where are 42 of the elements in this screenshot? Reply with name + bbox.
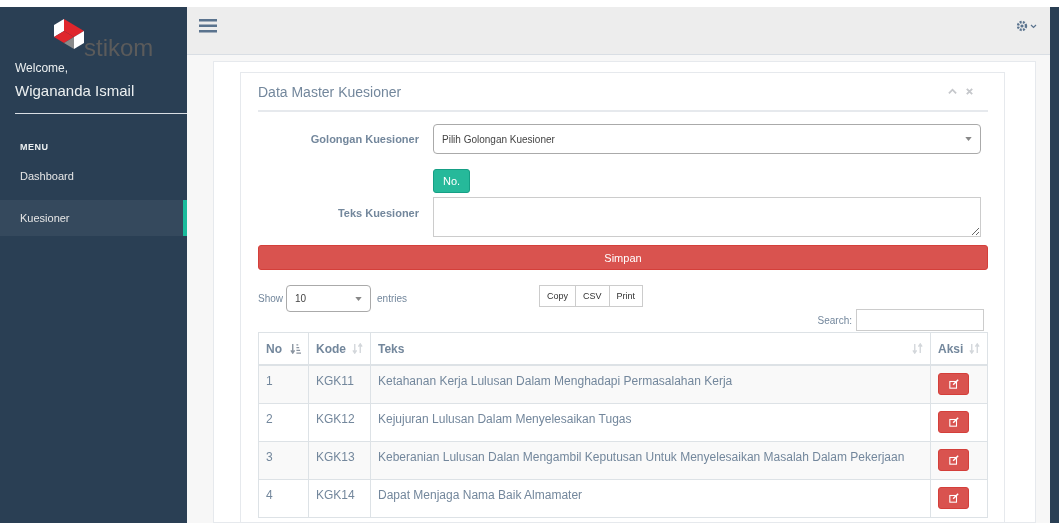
table-cell: KGK11: [308, 365, 371, 403]
table-cell: KGK12: [308, 403, 371, 441]
sidebar-item[interactable]: Kuesioner: [0, 200, 187, 236]
show-label: Show: [258, 293, 283, 304]
welcome-text: Welcome,: [14, 61, 70, 75]
edit-button[interactable]: [938, 410, 969, 433]
export-button[interactable]: Print: [608, 285, 644, 307]
menu-heading: MENU: [19, 142, 50, 152]
edit-icon: [948, 379, 959, 389]
edit-icon: [948, 416, 959, 427]
entries-label: entries: [377, 293, 408, 304]
form-label: Teks Kuesioner: [336, 207, 420, 219]
search-field[interactable]: [856, 309, 984, 331]
page-size-dropdown[interactable]: 10: [286, 285, 371, 312]
user-name: Wigananda Ismail: [14, 82, 136, 99]
sidebar-item[interactable]: Dashboard: [0, 158, 187, 194]
panel-title: Data Master Kuesioner: [258, 83, 403, 100]
table-cell: 4: [258, 479, 309, 517]
edit-button[interactable]: [938, 448, 969, 471]
edit-icon: [948, 454, 959, 465]
table-cell: KGK13: [308, 441, 371, 479]
caret-icon: [355, 296, 362, 301]
settings-icon[interactable]: [1016, 19, 1038, 32]
table-cell: Keberanian Lulusan Dalan Mengambil Keputusan Untuk Menyelesaikan Masalah Dalam Pekerjaan: [370, 441, 931, 479]
export-button[interactable]: Copy: [539, 285, 577, 307]
search-label: Search:: [817, 314, 852, 326]
group-dropdown[interactable]: Pilih Golongan Kuesioner: [433, 124, 981, 154]
export-button[interactable]: CSV: [575, 285, 610, 307]
edit-icon: [948, 492, 959, 503]
save-button[interactable]: Simpan: [258, 245, 988, 270]
caret-icon: [965, 137, 972, 141]
table-cell: 1: [258, 365, 309, 403]
table-cell: Kejujuran Lulusan Dalam Menyelesaikan Tugas: [370, 403, 931, 441]
table-cell: 3: [258, 441, 309, 479]
table-cell: Ketahanan Kerja Lulusan Dalam Menghadapi Permasalahan Kerja: [370, 365, 931, 403]
form-label: Golongan Kuesioner: [309, 133, 420, 145]
edit-button[interactable]: [938, 373, 969, 395]
edit-button[interactable]: [938, 486, 969, 509]
table-cell: Dapat Menjaga Nama Baik Almamater: [370, 479, 931, 517]
menu-icon[interactable]: [199, 18, 217, 33]
table-cell: KGK14: [308, 479, 371, 517]
table-cell: 2: [258, 403, 309, 441]
